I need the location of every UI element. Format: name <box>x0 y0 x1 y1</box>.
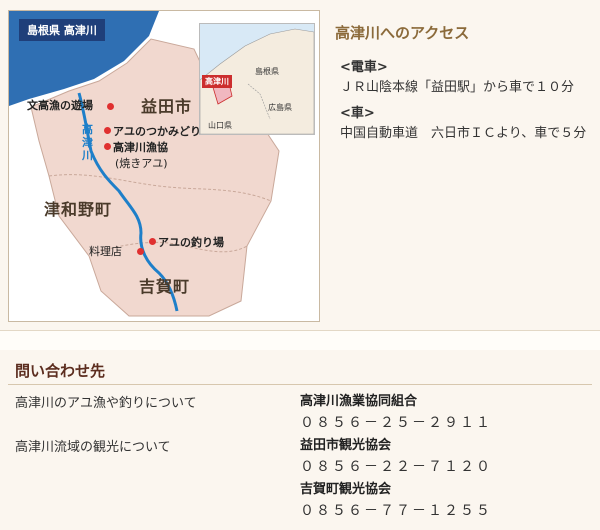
contact-title: 問い合わせ先 <box>15 362 106 380</box>
area-map: 島根県 高津川 高津川 島根県 広島県 山口県 益田市 津和野町 吉賀町 高津川… <box>8 10 320 322</box>
access-title: 高津川へのアクセス <box>335 24 470 42</box>
car-directions: 中国自動車道 六日市ＩＣより、車で５分 <box>340 126 587 141</box>
label-gyokyo-sub: (焼きアユ) <box>115 157 168 170</box>
phone-yoshika-tourism[interactable]: ０８５６－７７－１２５５ <box>300 500 492 520</box>
inset-prefecture: 島根県 <box>255 67 279 76</box>
river-label: 高津川 <box>82 123 93 162</box>
contact-question-fishing: 高津川のアユ漁や釣りについて <box>15 396 197 411</box>
marker-ayu-tsukami <box>104 127 111 134</box>
train-directions: ＪＲ山陰本線「益田駅」から車で１０分 <box>340 80 575 95</box>
org-yoshika-tourism: 吉賀町観光協会 <box>300 482 392 497</box>
locator-inset: 高津川 島根県 広島県 山口県 <box>199 23 315 135</box>
marker-ryoriten <box>137 248 144 255</box>
contact-divider <box>8 384 592 385</box>
inset-neighbor-east: 広島県 <box>268 103 292 112</box>
town-masuda: 益田市 <box>141 97 193 116</box>
label-ryoriten: 料理店 <box>89 245 122 258</box>
town-tsuwano: 津和野町 <box>44 200 113 219</box>
marker-bunkougyo <box>107 103 114 110</box>
label-tsuriba: アユの釣り場 <box>158 236 224 249</box>
label-gyokyo: 高津川漁協 <box>113 141 168 154</box>
car-heading: <車> <box>340 106 375 121</box>
org-masuda-tourism: 益田市観光協会 <box>300 438 392 453</box>
contact-question-tourism: 高津川流域の観光について <box>15 440 171 455</box>
phone-fishery[interactable]: ０８５６－２５－２９１１ <box>300 412 492 432</box>
label-ayu-tsukami: アユのつかみどり <box>113 125 201 138</box>
map-tag: 島根県 高津川 <box>19 19 105 41</box>
label-bunkougyo: 文高漁の遊場 <box>27 99 93 112</box>
marker-gyokyo <box>104 143 111 150</box>
phone-masuda-tourism[interactable]: ０８５６－２２－７１２０ <box>300 456 492 476</box>
org-fishery: 高津川漁業協同組合 <box>300 394 418 409</box>
marker-tsuriba <box>149 238 156 245</box>
train-heading: <電車> <box>340 60 388 75</box>
town-yoshika: 吉賀町 <box>139 277 191 296</box>
inset-neighbor-south: 山口県 <box>208 121 232 130</box>
inset-region-label: 高津川 <box>202 75 232 88</box>
